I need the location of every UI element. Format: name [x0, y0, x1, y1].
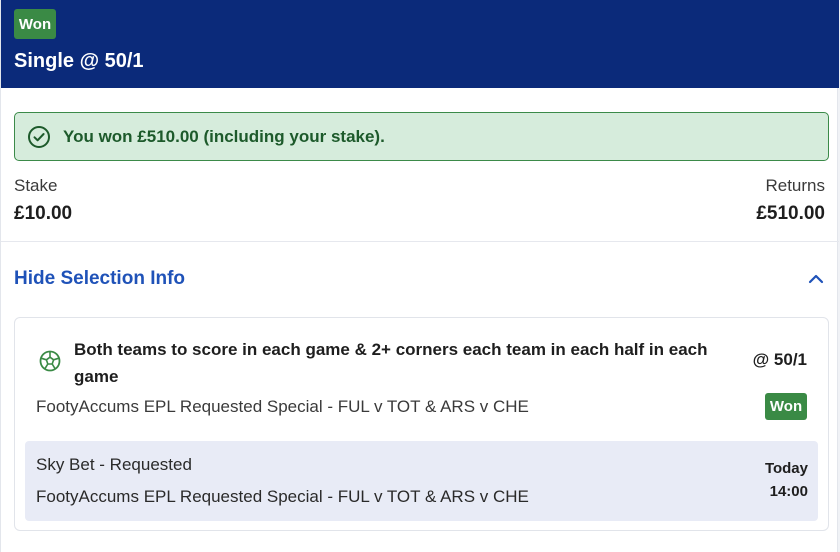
hide-selection-info-link[interactable]: Hide Selection Info [14, 268, 185, 290]
football-icon [39, 350, 61, 372]
bet-source: Sky Bet - Requested [36, 455, 192, 474]
event-time: 14:00 [769, 483, 808, 500]
bet-header: Won Single @ 50/1 [1, 0, 839, 88]
bet-receipt-card: Won Single @ 50/1 You won £510.00 (inclu… [0, 0, 839, 552]
event-name: FootyAccums EPL Requested Special - FUL … [36, 397, 529, 416]
check-circle-icon [28, 126, 50, 148]
bet-title: Single @ 50/1 [14, 50, 144, 72]
win-banner: You won £510.00 (including your stake). [14, 112, 829, 161]
selection-details: Sky Bet - Requested FootyAccums EPL Requ… [25, 441, 818, 521]
status-badge: Won [14, 9, 56, 39]
event-date: Today [764, 460, 808, 477]
selection-odds: @ 50/1 [752, 350, 807, 369]
selection-status-badge: Won [765, 393, 807, 420]
divider [1, 241, 839, 242]
win-message: You won £510.00 (including your stake). [63, 127, 385, 146]
returns-label: Returns [765, 176, 825, 195]
detail-event-name: FootyAccums EPL Requested Special - FUL … [36, 487, 529, 506]
stake-value: £10.00 [14, 203, 73, 224]
market-name: Both teams to score in each game & 2+ co… [74, 340, 708, 386]
returns-value: £510.00 [756, 203, 825, 224]
chevron-up-icon[interactable] [807, 270, 825, 288]
stake-label: Stake [14, 176, 58, 195]
selection-card: Both teams to score in each game & 2+ co… [14, 317, 829, 531]
